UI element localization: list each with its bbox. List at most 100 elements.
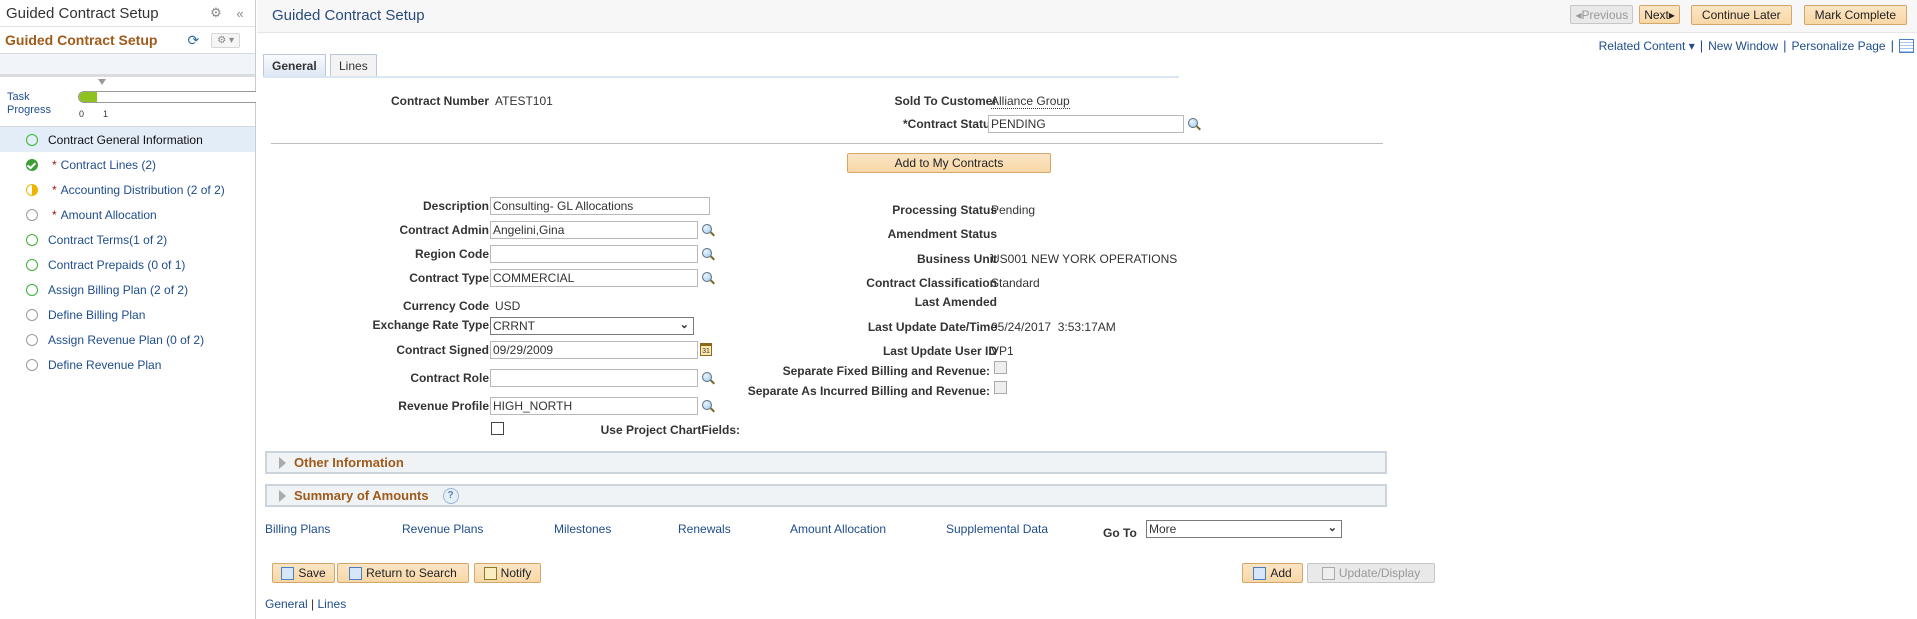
revenue-profile-input[interactable]: HIGH_NORTH [490,397,698,415]
tab-general[interactable]: General [263,54,326,76]
chevron-down-icon: ⌄ [1327,522,1337,534]
other-information-section[interactable]: Other Information [265,451,1387,474]
step-item[interactable]: Define Billing Plan [0,302,255,327]
amount-allocation-link[interactable]: Amount Allocation [790,522,886,536]
step-item[interactable]: * Amount Allocation [0,202,255,227]
step-item[interactable]: Contract Terms(1 of 2) [0,227,255,252]
region-code-input[interactable] [490,245,698,263]
contract-classification-value: Standard [991,276,1040,290]
last-update-user-value: VP1 [991,344,1014,358]
contract-admin-input[interactable]: Angelini,Gina [490,221,698,239]
step-label: Accounting Distribution (2 of 2) [60,182,225,197]
renewals-link[interactable]: Renewals [678,522,731,536]
separate-fixed-checkbox[interactable] [994,361,1007,374]
contract-signed-input[interactable]: 09/29/2009 [490,341,698,359]
separate-incurred-checkbox[interactable] [994,381,1007,394]
sold-to-customer-value[interactable]: Alliance Group [991,94,1070,109]
lookup-icon[interactable] [701,372,715,386]
lookup-icon[interactable] [701,248,715,262]
step-label: Contract Lines (2) [60,157,157,172]
progress-bar-fill [79,92,97,102]
step-item[interactable]: * Contract Lines (2) [0,152,255,177]
sidebar-bar [0,54,255,77]
step-item[interactable]: Define Revenue Plan [0,352,255,377]
summary-of-amounts-section[interactable]: Summary of Amounts ? [265,484,1387,507]
save-button[interactable]: Save [272,563,335,583]
step-item[interactable]: * Accounting Distribution (2 of 2) [0,177,255,202]
footer-lines-link[interactable]: Lines [318,597,347,611]
last-update-datetime-label: Last Update Date/Time [867,320,997,334]
step-item[interactable]: Assign Revenue Plan (0 of 2) [0,327,255,352]
save-label: Save [298,566,326,580]
separator: | [1890,38,1894,53]
contract-role-input[interactable] [490,369,698,387]
gear-icon[interactable]: ⚙ [207,5,225,21]
contract-classification-label: Contract Classification [866,276,997,290]
related-content-link[interactable]: Related Content ▾ [1599,39,1695,53]
new-window-link[interactable]: New Window [1708,39,1778,53]
step-status-not-started-icon [26,208,38,221]
continue-later-button[interactable]: Continue Later [1690,5,1792,25]
milestones-link[interactable]: Milestones [554,522,611,536]
refresh-icon[interactable]: ⟳ [187,32,199,49]
lookup-icon[interactable] [1187,118,1201,132]
contract-status-label: *Contract Status [902,117,997,131]
personalize-page-link[interactable]: Personalize Page [1792,39,1886,53]
contract-number-label: Contract Number [390,94,489,108]
separator: | [307,597,318,611]
next-button[interactable]: Next▸ [1639,5,1680,24]
step-item[interactable]: Contract General Information [0,127,255,152]
calendar-icon[interactable]: 31 [700,343,712,356]
step-status-not-started-icon [26,333,38,346]
go-to-select[interactable]: More ⌄ [1146,520,1342,538]
notify-button[interactable]: Notify [474,563,541,583]
contract-status-input[interactable]: PENDING [988,115,1184,133]
exchange-rate-type-select[interactable]: CRRNT ⌄ [490,317,694,335]
lookup-icon[interactable] [701,272,715,286]
task-progress-label: Task Progress [7,91,51,117]
step-label: Contract Terms(1 of 2) [48,232,168,247]
page-title: Guided Contract Setup [272,7,425,24]
mark-complete-button[interactable]: Mark Complete [1803,5,1907,25]
exchange-rate-type-value: CRRNT [493,319,535,333]
lookup-icon[interactable] [701,400,715,414]
add-button[interactable]: Add [1242,563,1303,583]
supplemental-data-link[interactable]: Supplemental Data [946,522,1048,536]
use-project-chartfields-checkbox[interactable] [491,422,504,435]
separator: | [1783,38,1787,53]
billing-plans-link[interactable]: Billing Plans [265,522,330,536]
step-status-open-icon [26,283,38,296]
description-input[interactable]: Consulting- GL Allocations [490,197,710,215]
lookup-icon[interactable] [701,224,715,238]
revenue-profile-label: Revenue Profile [398,399,489,413]
footer-general-link[interactable]: General [265,597,308,611]
step-label: Amount Allocation [60,207,157,222]
return-to-search-button[interactable]: Return to Search [337,563,469,583]
sidebar-window-title: Guided Contract Setup [6,4,159,22]
update-display-button[interactable]: Update/Display [1307,563,1435,583]
update-display-label: Update/Display [1338,566,1421,580]
add-to-my-contracts-button[interactable]: Add to My Contracts [847,153,1051,173]
contract-number-value: ATEST101 [495,94,553,108]
revenue-plans-link[interactable]: Revenue Plans [402,522,483,536]
contract-type-input[interactable]: COMMERCIAL [490,269,698,287]
summary-of-amounts-title: Summary of Amounts [294,488,429,503]
step-item[interactable]: Contract Prepaids (0 of 1) [0,252,255,277]
other-information-title: Other Information [294,455,404,470]
actions-menu-button[interactable]: ⚙ ▾ [211,32,240,48]
page-header: Guided Contract Setup ◂Previous Next▸ Co… [257,0,1917,33]
help-icon[interactable]: ? [442,487,459,504]
grid-layout-icon[interactable] [1899,38,1914,53]
task-progress-label-line1: Task [7,91,30,103]
step-item[interactable]: Assign Billing Plan (2 of 2) [0,277,255,302]
previous-button[interactable]: ◂Previous [1570,5,1634,24]
step-label: Contract Prepaids (0 of 1) [48,257,186,272]
exchange-rate-type-label: Exchange Rate Type [372,318,489,332]
tab-lines[interactable]: Lines [330,54,377,76]
business-unit-label: Business Unit [916,252,997,266]
notify-label: Notify [500,566,532,580]
step-label: Contract General Information [48,132,203,147]
step-status-open-icon [26,133,38,146]
collapse-sidebar-icon[interactable]: « [231,6,249,21]
processing-status-value: Pending [991,203,1036,217]
